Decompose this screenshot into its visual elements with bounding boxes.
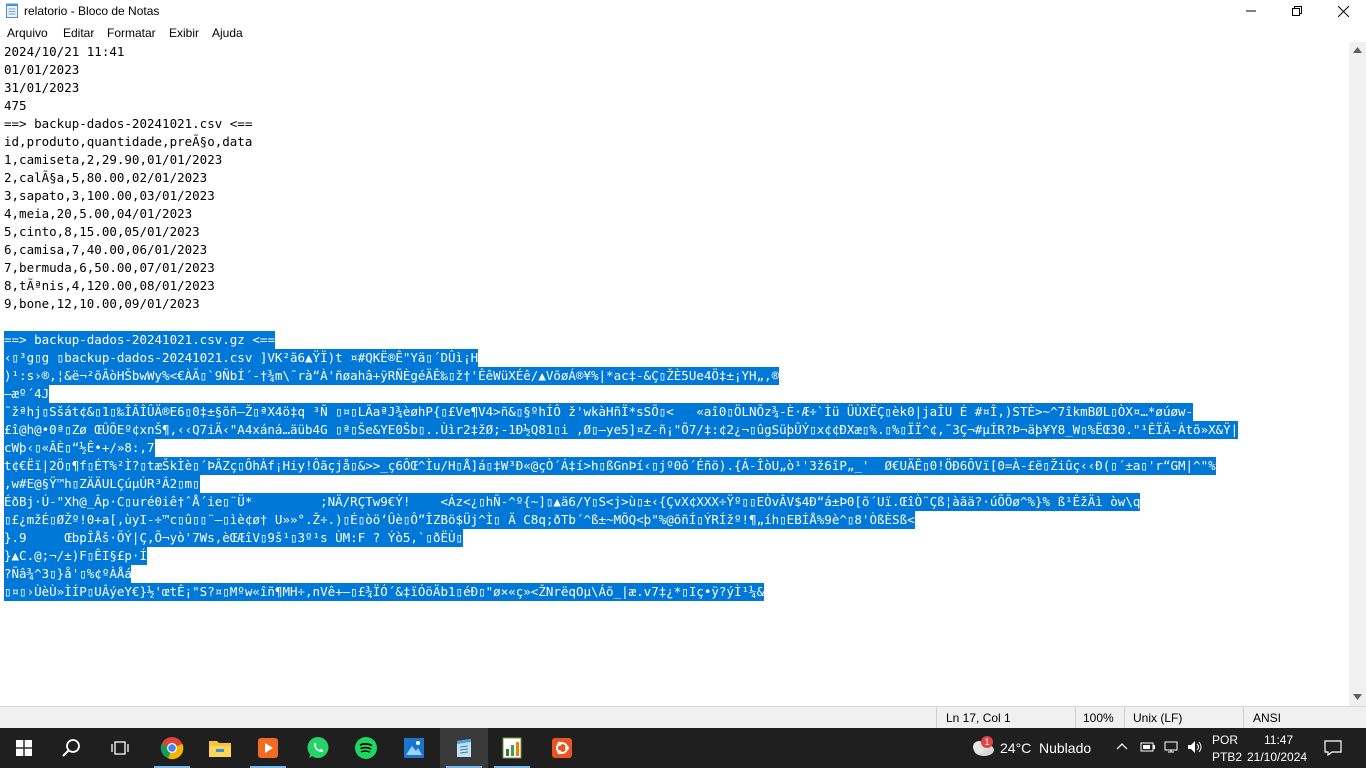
text-line: 9,bone,12,10.00,09/01/2023 xyxy=(4,296,200,311)
close-icon xyxy=(1337,5,1349,17)
status-divider xyxy=(1243,707,1244,729)
text-line: 31/01/2023 xyxy=(4,80,80,95)
selected-line: ▯¤▯›ÙèÙ»ÌÍP▯UÂýeY€}½'œtÊ¡"S?¤▯Mºw«îñ¶MH÷… xyxy=(4,583,765,601)
text-editor[interactable]: 2024/10/21 11:41 01/01/2023 31/01/2023 4… xyxy=(0,42,1349,706)
notepad-app-icon xyxy=(6,3,18,18)
menu-editar[interactable]: Editar xyxy=(63,26,94,40)
selected-line: }.9 ŒbpÎÅš·ÕÝ|Ç,Õ¬yò'7Ws,èŒÆîV▯9š¹▯3º¹s … xyxy=(4,529,464,547)
taskbar-notepad[interactable] xyxy=(440,728,488,768)
chevron-up-icon[interactable] xyxy=(1116,742,1128,750)
selected-line: ?Ñâ¾^3▯}å'▯%¢ºÀÅá xyxy=(4,565,131,583)
selected-line: ,w#E@§Ÿ™h▯ZÄÄULÇúµÚR³Â2▯m▯ xyxy=(4,475,200,493)
selected-line: cWþ‹▯«ÂÈ▯“½Ê•+/»8:,7 xyxy=(4,439,155,457)
clock-time[interactable]: 11:47 xyxy=(1264,733,1293,747)
text-line: ==> backup-dados-20241021.csv <== xyxy=(4,116,253,131)
close-button[interactable] xyxy=(1320,0,1366,22)
taskbar-spotify[interactable] xyxy=(342,728,390,768)
taskbar-chrome[interactable] xyxy=(148,728,196,768)
whatsapp-icon xyxy=(307,737,329,758)
text-line: 01/01/2023 xyxy=(4,62,80,77)
status-divider xyxy=(1075,707,1076,729)
text-line: 5,cinto,8,15.00,05/01/2023 xyxy=(4,224,200,239)
selected-line: }▲C.@;¬/±)F▯ÊI§£p·Í xyxy=(4,547,147,565)
minimize-button[interactable] xyxy=(1228,0,1274,22)
task-view-button[interactable] xyxy=(96,728,144,768)
taskbar-ubuntu[interactable] xyxy=(538,728,586,768)
volume-icon[interactable] xyxy=(1187,740,1203,754)
status-bar: Ln 17, Col 1 100% Unix (LF) ANSI xyxy=(0,706,1366,729)
vertical-scrollbar[interactable] xyxy=(1349,42,1366,706)
search-icon xyxy=(62,739,80,757)
text-line: 4,meia,20,5.00,04/01/2023 xyxy=(4,206,193,221)
notification-icon[interactable] xyxy=(1324,740,1342,756)
weather-badge: 1 xyxy=(981,736,993,748)
clock-date[interactable]: 21/10/2024 xyxy=(1247,750,1307,764)
selected-line: ‹▯³g▯g ▯backup-dados-20241021.csv ]VK²ã6… xyxy=(4,349,479,367)
menu-exibir[interactable]: Exibir xyxy=(169,26,199,40)
photos-icon xyxy=(404,738,424,758)
scroll-down-icon[interactable] xyxy=(1353,694,1362,700)
taskbar-photos[interactable] xyxy=(390,728,438,768)
task-view-icon xyxy=(111,741,129,755)
maximize-button[interactable] xyxy=(1274,0,1320,22)
battery-icon[interactable] xyxy=(1140,740,1156,754)
menu-arquivo[interactable]: Arquivo xyxy=(7,26,48,40)
text-line: 1,camiseta,2,29.90,01/01/2023 xyxy=(4,152,223,167)
language-code[interactable]: POR xyxy=(1212,733,1238,747)
selected-line: –æº´4J xyxy=(4,385,50,403)
start-button[interactable] xyxy=(0,728,48,768)
taskbar-spreadsheet[interactable] xyxy=(488,728,536,768)
text-line: 8,tÃªnis,4,120.00,08/01/2023 xyxy=(4,278,215,293)
text-line: 2024/10/21 11:41 xyxy=(4,44,125,59)
selected-line: ¯žªhj▯Sšát¢&▯1▯‰ÎÂÎÛÄ®E6▯0‡±§õñ–Ž▯ªX4ö‡q… xyxy=(4,403,1194,421)
selected-line: ▯£¿mžÉ▯Ø­Žº!0+a[,ùyI-÷™c▯û▯▯¨–▯ìè¢ø† U»»… xyxy=(4,511,915,529)
zoom-level: 100% xyxy=(1083,711,1114,725)
line-ending: Unix (LF) xyxy=(1133,711,1183,725)
network-icon[interactable] xyxy=(1164,740,1180,754)
notepad-icon xyxy=(457,739,471,757)
selected-line: ==> backup-dados-20241021.csv.gz <== xyxy=(4,331,275,349)
text-line: id,produto,quantidade,preÃ§o,data xyxy=(4,134,253,149)
encoding: ANSI xyxy=(1253,711,1282,725)
taskbar-file-explorer[interactable] xyxy=(196,728,244,768)
selected-line: £î@h@•0ª▯Zø ŒÛÕEº¢xnŠ¶,‹‹Q7iÄ‹"A4xáná…äü… xyxy=(4,421,1239,439)
text-line: 3,sapato,3,100.00,03/01/2023 xyxy=(4,188,215,203)
menu-ajuda[interactable]: Ajuda xyxy=(212,26,243,40)
text-line: 7,bermuda,6,50.00,07/01/2023 xyxy=(4,260,215,275)
text-line: 475 xyxy=(4,98,27,113)
taskbar-whatsapp[interactable] xyxy=(294,728,342,768)
media-player-icon xyxy=(258,738,278,758)
menu-formatar[interactable]: Formatar xyxy=(107,26,156,40)
selected-line: t¢€Ëï|2Ö▯¶f▯ÉT%²Ì?▯tæŠkÌè▯´ÞÂZç▯ÔhÀf¡Hiy… xyxy=(4,457,1216,475)
taskbar-media-player[interactable] xyxy=(244,728,292,768)
spreadsheet-icon xyxy=(502,737,522,759)
status-divider xyxy=(1124,707,1125,729)
text-line: 2,calÃ§a,5,80.00,02/01/2023 xyxy=(4,170,208,185)
keyboard-layout[interactable]: PTB2 xyxy=(1212,750,1242,764)
status-divider xyxy=(936,707,937,729)
menu-bar: Arquivo Editar Formatar Exibir Ajuda xyxy=(0,23,1366,42)
windows-icon xyxy=(16,740,32,756)
weather-widget[interactable]: 1 24°C Nublado xyxy=(964,728,1104,768)
cursor-position: Ln 17, Col 1 xyxy=(946,711,1011,725)
selected-line: )¹:s›®,¦&ë¬²õÂòHŠbwWy%<€ÀÃ▯`9ÑbÍ´-†¾m\¯r… xyxy=(4,367,780,385)
text-line: 6,camisa,7,40.00,06/01/2023 xyxy=(4,242,208,257)
minimize-icon xyxy=(1246,10,1256,12)
search-button[interactable] xyxy=(48,728,96,768)
title-bar[interactable]: relatorio - Bloco de Notas xyxy=(0,0,1366,22)
file-explorer-icon xyxy=(209,741,231,757)
taskbar: 1 24°C Nublado POR PTB2 11:47 21/10/2024 xyxy=(0,728,1366,768)
spotify-icon xyxy=(355,737,377,759)
window-title: relatorio - Bloco de Notas xyxy=(24,4,160,18)
scroll-up-icon[interactable] xyxy=(1353,47,1362,53)
weather-desc: Nublado xyxy=(1039,740,1092,756)
selected-line: ÉðBj·Ú-"Xh@_Âp·C▯uré0iê†ˆÅ´ie▯¨Ü* ;NÄ/RÇ… xyxy=(4,493,1141,511)
chrome-icon xyxy=(160,737,184,760)
weather-temp: 24°C xyxy=(1000,740,1032,756)
ubuntu-icon xyxy=(552,738,572,758)
restore-icon xyxy=(1292,6,1302,16)
